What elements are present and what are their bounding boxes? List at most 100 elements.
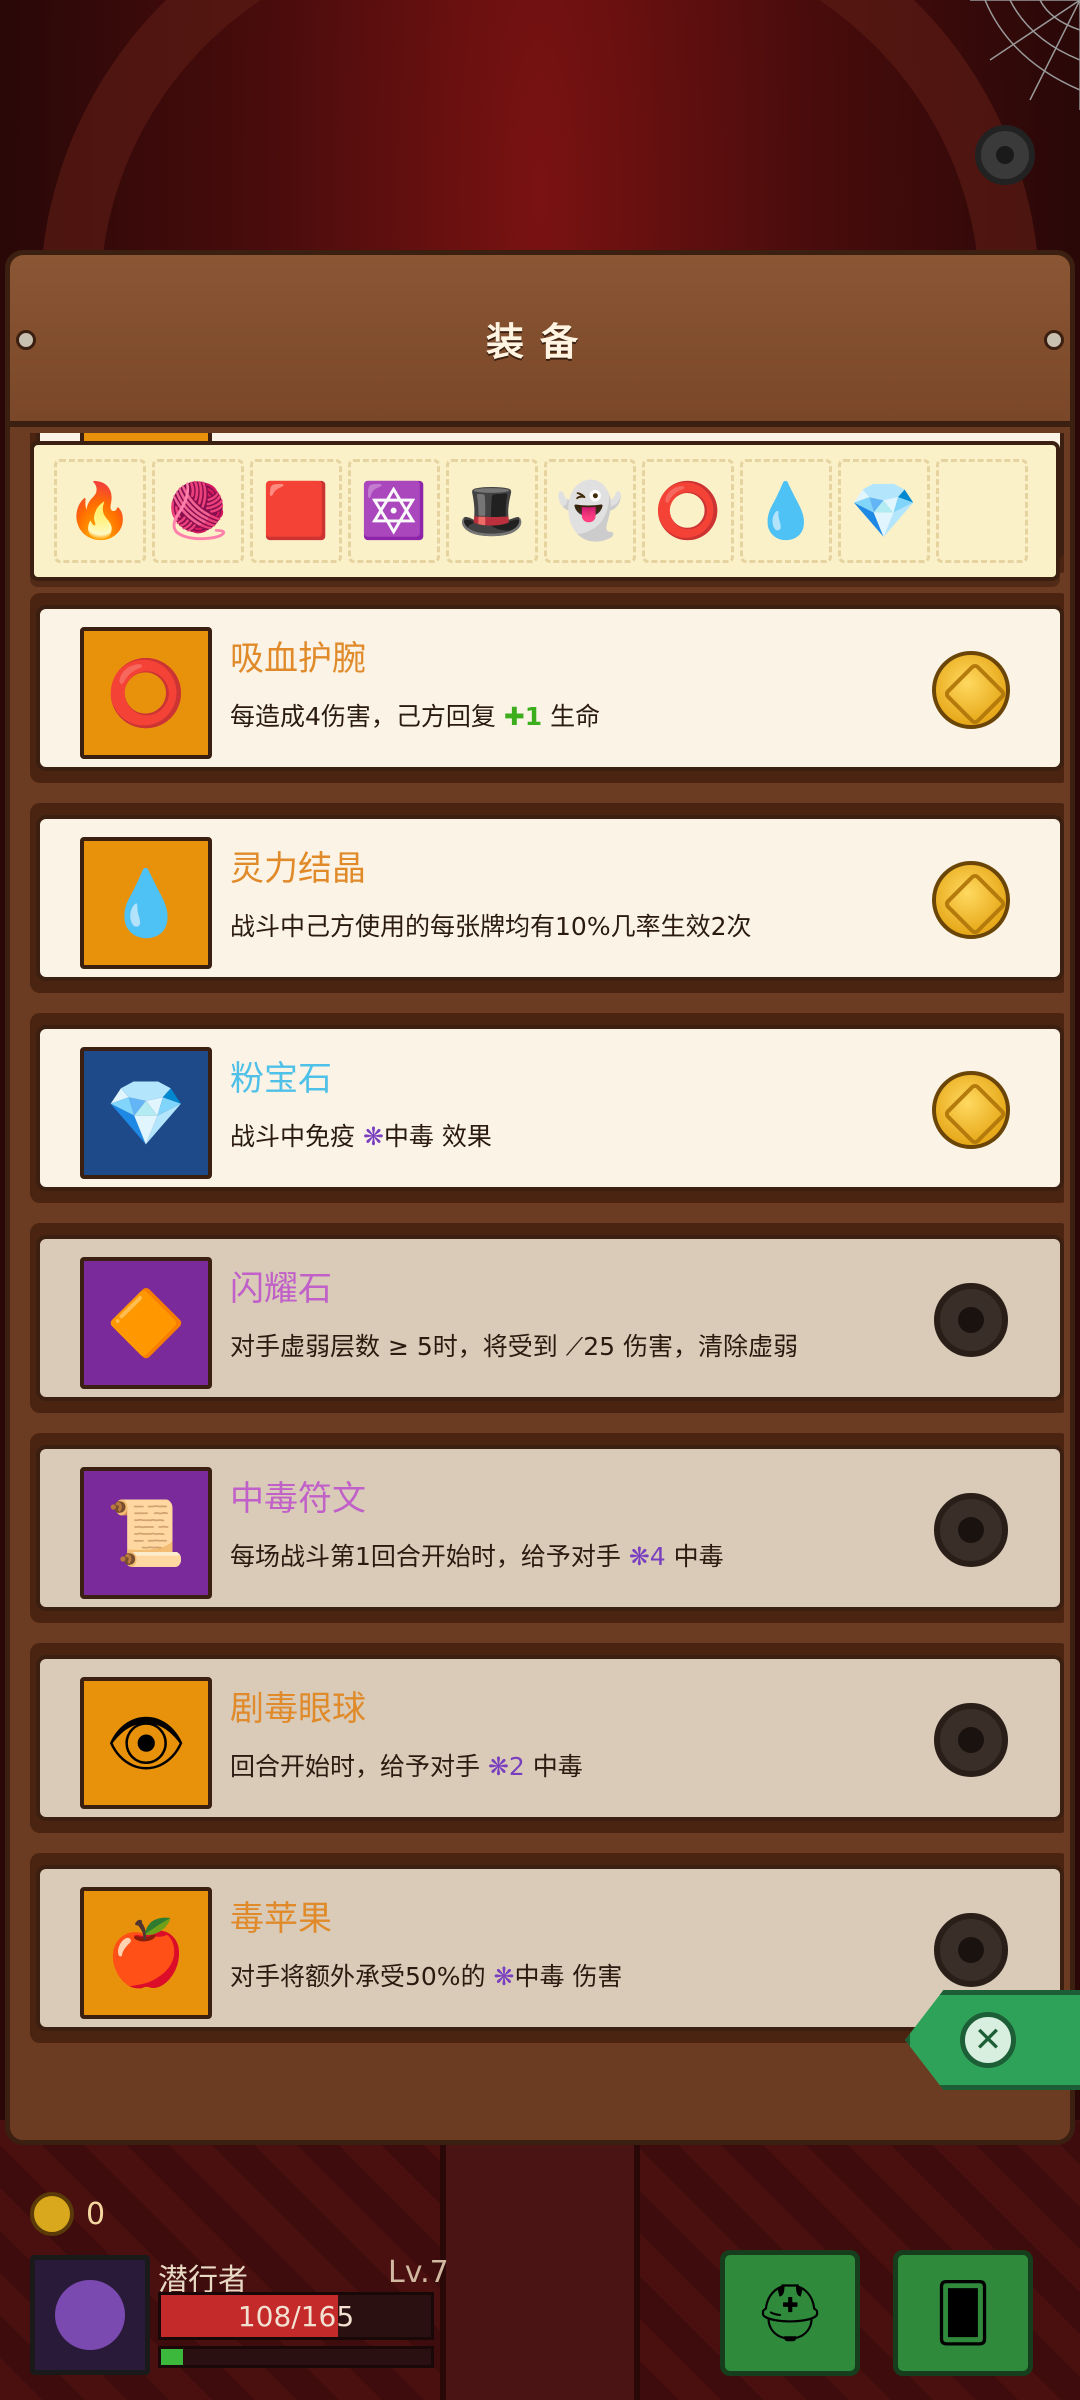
equipment-list[interactable]: 👻回合结束时，若生命值为奇数，回复 ✚10 生命⭕吸血护腕每造成4伤害，己方回复… xyxy=(16,433,1064,2133)
equipment-item[interactable]: 🍎 毒苹果对手将额外承受50%的 ❋中毒 伤害 xyxy=(30,1853,1064,2043)
equipped-slot[interactable]: 💎 xyxy=(838,459,930,563)
player-level: Lv.7 xyxy=(388,2255,449,2290)
hexagram-triangle-icon: 🔯 xyxy=(360,479,428,542)
item-description: 对手将额外承受50%的 ❋中毒 伤害 xyxy=(230,1957,622,1993)
description-part: ❋2 xyxy=(487,1752,525,1781)
spiked-bracer-icon: ⭕ xyxy=(654,479,722,542)
equipment-item[interactable]: ⭕ 吸血护腕每造成4伤害，己方回复 ✚1 生命 xyxy=(30,593,1064,783)
equipment-item[interactable]: 📜 中毒符文每场战斗第1回合开始时，给予对手 ❋4 中毒 xyxy=(30,1433,1064,1623)
xp-bar xyxy=(158,2346,434,2368)
description-part: ❋ xyxy=(362,1122,384,1151)
item-name: 中毒符文 xyxy=(230,1479,366,1519)
item-icon: 💧 xyxy=(80,837,212,969)
description-part: 对手虚弱层数 ≥ 5时，将受到 xyxy=(230,1332,566,1361)
description-part: 生命 xyxy=(542,702,601,731)
item-icon: 💎 xyxy=(80,1047,212,1179)
pink-slime-icon: 🟥 xyxy=(262,479,330,542)
item-card: 🔶 闪耀石对手虚弱层数 ≥ 5时，将受到 ⟋25 伤害，清除虚弱 xyxy=(36,1235,1064,1401)
description-part: 战斗中己方使用的每张牌均有10%几率生效2次 xyxy=(230,912,752,941)
description-part: 每场战斗第1回合开始时，给予对手 xyxy=(230,1542,629,1571)
item-card: 💎 粉宝石战斗中免疫 ❋中毒 效果 xyxy=(36,1025,1064,1191)
description-part: 中毒 伤害 xyxy=(514,1962,623,1991)
panel-title: 装备 xyxy=(485,319,594,364)
background-carpet xyxy=(440,2140,640,2400)
description-part: 对手将额外承受50%的 xyxy=(230,1962,494,1991)
item-name: 闪耀石 xyxy=(230,1269,332,1309)
description-part: ❋ xyxy=(493,1962,515,1991)
equipped-slot[interactable]: 🧶 xyxy=(152,459,244,563)
gold-counter: 0 xyxy=(30,2192,105,2236)
equipped-slot[interactable]: 👻 xyxy=(544,459,636,563)
equipment-item[interactable]: 💎 粉宝石战斗中免疫 ❋中毒 效果 xyxy=(30,1013,1064,1203)
item-icon: 📜 xyxy=(80,1467,212,1599)
item-icon: ⭕ xyxy=(80,627,212,759)
description-part: 中毒 xyxy=(524,1752,583,1781)
coin-icon[interactable] xyxy=(932,1071,1010,1149)
coin-icon[interactable] xyxy=(932,861,1010,939)
top-hat-icon: 🎩 xyxy=(458,479,526,542)
description-part: 回合开始时，给予对手 xyxy=(230,1752,488,1781)
item-card: 📜 中毒符文每场战斗第1回合开始时，给予对手 ❋4 中毒 xyxy=(36,1445,1064,1611)
player-avatar[interactable] xyxy=(30,2255,150,2375)
description-part: ⟋ xyxy=(565,1332,584,1361)
close-icon: ✕ xyxy=(960,2012,1016,2068)
item-icon: 👁 xyxy=(80,1677,212,1809)
gold-amount: 0 xyxy=(86,2196,106,2232)
hp-text: 108/165 xyxy=(237,2299,355,2333)
equipped-slot[interactable]: 🔯 xyxy=(348,459,440,563)
locked-slot-icon xyxy=(934,1283,1008,1357)
description-part: 战斗中免疫 xyxy=(230,1122,363,1151)
equipped-slot[interactable]: 💧 xyxy=(740,459,832,563)
cobweb-icon xyxy=(970,0,1080,110)
item-name: 毒苹果 xyxy=(230,1899,332,1939)
item-icon: 🔶 xyxy=(80,1257,212,1389)
locked-slot-icon xyxy=(934,1913,1008,1987)
item-description: 对手虚弱层数 ≥ 5时，将受到 ⟋25 伤害，清除虚弱 xyxy=(230,1327,798,1363)
description-part: 中毒 效果 xyxy=(383,1122,492,1151)
rivet-left xyxy=(16,330,36,350)
viking-helmet-icon: ⛑ xyxy=(754,2281,826,2346)
locked-slot-icon xyxy=(934,1703,1008,1777)
item-description: 每场战斗第1回合开始时，给予对手 ❋4 中毒 xyxy=(230,1537,724,1573)
equipment-item[interactable]: 👁 剧毒眼球回合开始时，给予对手 ❋2 中毒 xyxy=(30,1643,1064,1833)
cards-icon: 🂠 xyxy=(934,2280,992,2346)
item-card: 👁 剧毒眼球回合开始时，给予对手 ❋2 中毒 xyxy=(36,1655,1064,1821)
hp-bar: 108/165 xyxy=(158,2292,434,2340)
equipment-panel: 装备 👻回合结束时，若生命值为奇数，回复 ✚10 生命⭕吸血护腕每造成4伤害，己… xyxy=(5,250,1075,2145)
cards-button[interactable]: 🂠 xyxy=(893,2250,1033,2376)
item-card: 💧 灵力结晶战斗中己方使用的每张牌均有10%几率生效2次 xyxy=(36,815,1064,981)
helmet-button[interactable]: ⛑ xyxy=(720,2250,860,2376)
pink-gem-icon: 💎 xyxy=(850,479,918,542)
flame-relic-icon: 🔥 xyxy=(66,479,134,542)
item-description: 每造成4伤害，己方回复 ✚1 生命 xyxy=(230,697,600,733)
locked-slot-icon xyxy=(934,1493,1008,1567)
equipped-slot[interactable]: 🎩 xyxy=(446,459,538,563)
description-part: 25 伤害，清除虚弱 xyxy=(583,1332,798,1361)
equipment-item[interactable]: 💧 灵力结晶战斗中己方使用的每张牌均有10%几率生效2次 xyxy=(30,803,1064,993)
avatar-face xyxy=(55,2280,125,2350)
equipped-slot[interactable] xyxy=(936,459,1028,563)
item-name: 剧毒眼球 xyxy=(230,1689,366,1729)
item-name: 灵力结晶 xyxy=(230,849,366,889)
xp-fill xyxy=(161,2349,183,2365)
panel-header: 装备 xyxy=(10,255,1070,427)
item-description: 战斗中己方使用的每张牌均有10%几率生效2次 xyxy=(230,907,751,943)
equipped-slot[interactable]: 🟥 xyxy=(250,459,342,563)
item-icon: 🍎 xyxy=(80,1887,212,2019)
item-name: 粉宝石 xyxy=(230,1059,332,1099)
coin-icon[interactable] xyxy=(932,651,1010,729)
ghost-mask-icon: 👻 xyxy=(556,479,624,542)
knit-sweater-icon: 🧶 xyxy=(164,479,232,542)
gold-coin-icon xyxy=(30,2192,74,2236)
equipped-slot[interactable]: 🔥 xyxy=(54,459,146,563)
item-description: 战斗中免疫 ❋中毒 效果 xyxy=(230,1117,492,1153)
spirit-crystal-icon: 💧 xyxy=(752,479,820,542)
item-card: 🍎 毒苹果对手将额外承受50%的 ❋中毒 伤害 xyxy=(36,1865,1064,2031)
settings-gear-button[interactable] xyxy=(975,125,1035,185)
description-part: ❋4 xyxy=(628,1542,666,1571)
description-part: 中毒 xyxy=(665,1542,724,1571)
equipped-slot[interactable]: ⭕ xyxy=(642,459,734,563)
item-card: ⭕ 吸血护腕每造成4伤害，己方回复 ✚1 生命 xyxy=(36,605,1064,771)
item-name: 吸血护腕 xyxy=(230,639,366,679)
equipment-item[interactable]: 🔶 闪耀石对手虚弱层数 ≥ 5时，将受到 ⟋25 伤害，清除虚弱 xyxy=(30,1223,1064,1413)
